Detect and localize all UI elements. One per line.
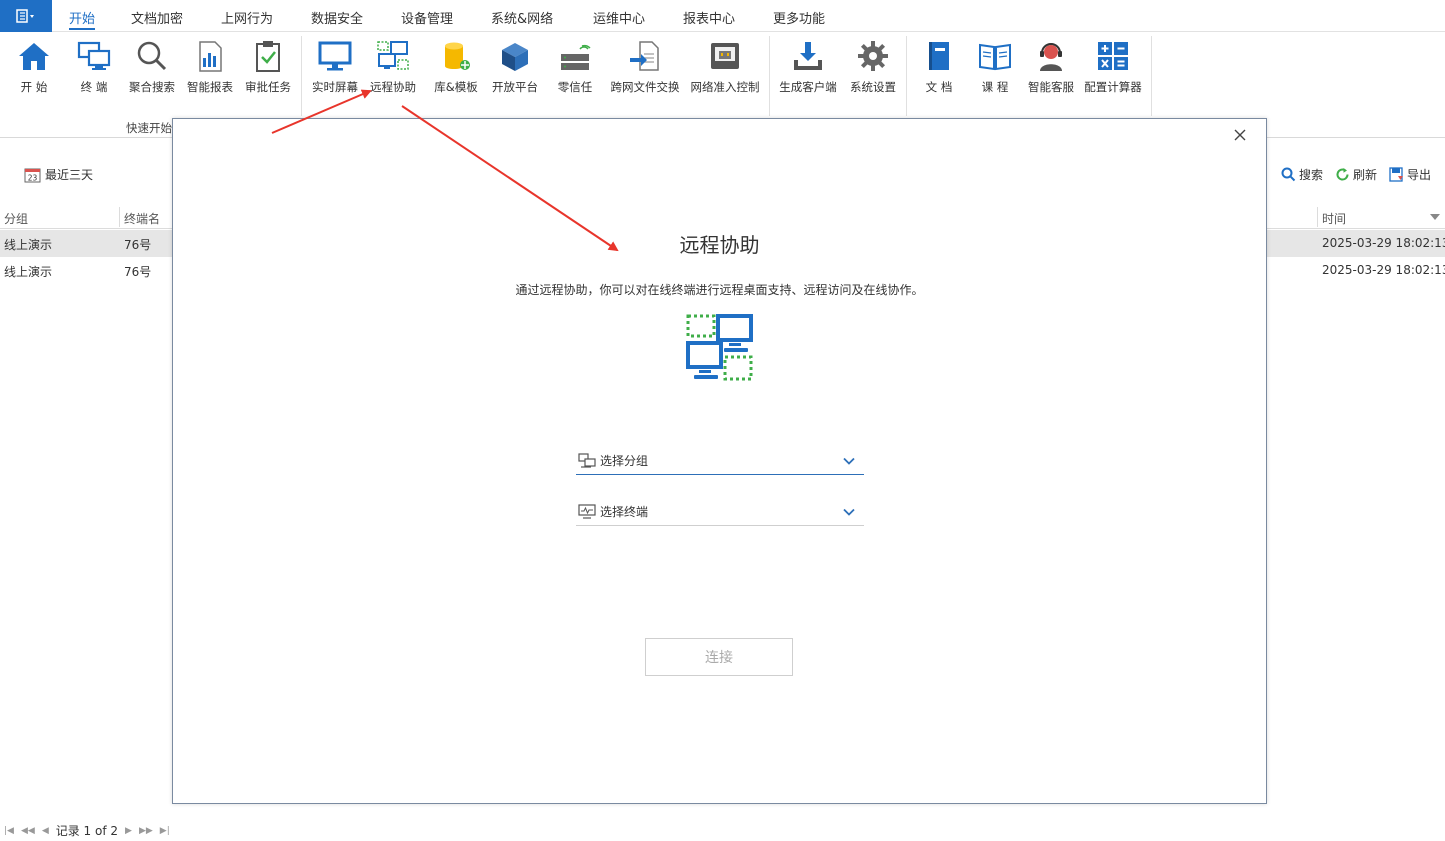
tool-cross-network-file-exchange[interactable]: 跨网文件交换 — [607, 38, 683, 102]
date-filter-label: 最近三天 — [45, 168, 94, 182]
group-select-value: 选择分组 — [600, 454, 649, 468]
next-group-button[interactable]: ▶▶ — [139, 826, 153, 836]
search-icon — [1281, 167, 1296, 182]
list-actions: 搜索 刷新 导出 — [1281, 166, 1431, 183]
document-icon — [929, 42, 949, 70]
search-button[interactable]: 搜索 — [1281, 166, 1323, 183]
app-menu-icon — [16, 9, 34, 23]
home-icon — [19, 43, 49, 70]
ribbon-separator — [1151, 36, 1152, 116]
book-icon — [979, 43, 1011, 71]
ribbon-separator — [769, 36, 770, 116]
column-separator[interactable] — [119, 207, 120, 227]
column-header-group[interactable]: 分组 — [4, 210, 28, 227]
next-page-button[interactable]: ▶ — [125, 826, 132, 836]
tool-approval-task[interactable]: 审批任务 — [242, 38, 294, 102]
chevron-down-icon[interactable] — [842, 505, 856, 519]
tool-terminal[interactable]: 终 端 — [74, 38, 114, 102]
zero-trust-icon — [561, 44, 591, 70]
tool-library-template[interactable]: 库&模板 — [430, 38, 482, 102]
tool-system-settings[interactable]: 系统设置 — [847, 38, 899, 102]
last-page-button[interactable]: ▶| — [160, 826, 170, 836]
tool-zero-trust[interactable]: 零信任 — [553, 38, 597, 102]
ribbon-separator — [301, 36, 302, 116]
tab-report-center[interactable]: 报表中心 — [683, 8, 735, 30]
tool-network-access-control[interactable]: 网络准入控制 — [687, 38, 763, 102]
app-menu-button[interactable] — [0, 0, 52, 32]
group-select[interactable]: 选择分组 — [576, 447, 864, 475]
tab-ops-center[interactable]: 运维中心 — [593, 8, 645, 30]
gear-icon — [858, 41, 888, 71]
export-icon — [1389, 167, 1403, 182]
tool-home[interactable]: 开 始 — [14, 38, 54, 102]
column-separator[interactable] — [1317, 207, 1318, 227]
dialog-description: 通过远程协助，你可以对在线终端进行远程桌面支持、远程访问及在线协作。 — [515, 283, 924, 297]
network-access-icon — [711, 43, 739, 69]
tool-courses[interactable]: 课 程 — [975, 38, 1015, 102]
column-header-terminal[interactable]: 终端名 — [124, 210, 160, 227]
tab-internet-behavior[interactable]: 上网行为 — [221, 8, 273, 30]
svg-text:23: 23 — [28, 173, 38, 182]
refresh-icon — [1336, 168, 1349, 181]
file-exchange-icon — [630, 41, 659, 71]
tool-generate-client[interactable]: 生成客户端 — [777, 38, 839, 102]
column-header-time[interactable]: 时间 — [1322, 210, 1346, 227]
support-icon — [1040, 43, 1062, 71]
dialog-title: 远程协助 — [679, 233, 760, 257]
tool-documents[interactable]: 文 档 — [919, 38, 959, 102]
report-icon — [199, 41, 222, 72]
download-icon — [794, 42, 822, 70]
remote-assist-dialog: 远程协助 通过远程协助，你可以对在线终端进行远程桌面支持、远程访问及在线协作。 … — [172, 118, 1267, 804]
tab-device-management[interactable]: 设备管理 — [401, 8, 453, 30]
remote-assist-illustration-icon — [686, 314, 753, 381]
remote-assist-icon — [377, 41, 409, 70]
prev-page-button[interactable]: ◀ — [42, 826, 49, 836]
tool-smart-support[interactable]: 智能客服 — [1025, 38, 1077, 102]
tool-aggregate-search[interactable]: 聚合搜索 — [126, 38, 178, 102]
group-icon — [578, 452, 596, 468]
tab-document-encryption[interactable]: 文档加密 — [131, 8, 183, 30]
terminal-icon — [77, 41, 111, 70]
tool-config-calculator[interactable]: 配置计算器 — [1082, 38, 1144, 102]
monitor-icon — [318, 41, 352, 71]
tool-realtime-screen[interactable]: 实时屏幕 — [309, 38, 361, 102]
tab-start[interactable]: 开始 — [69, 8, 96, 30]
tool-smart-report[interactable]: 智能报表 — [184, 38, 236, 102]
close-icon[interactable] — [1232, 127, 1248, 143]
date-filter[interactable]: 23 最近三天 — [24, 166, 93, 183]
ribbon-separator — [906, 36, 907, 116]
menu-bar: 开始 文档加密 上网行为 数据安全 设备管理 系统&网络 运维中心 报表中心 更… — [0, 0, 1445, 32]
sort-down-icon[interactable] — [1430, 214, 1440, 220]
connect-button[interactable]: 连接 — [645, 638, 793, 676]
prev-group-button[interactable]: ◀◀ — [21, 826, 35, 836]
tab-system-network[interactable]: 系统&网络 — [491, 8, 553, 30]
calculator-icon — [1098, 42, 1128, 70]
terminal-icon — [578, 503, 596, 519]
tool-remote-assist[interactable]: 远程协助 — [367, 38, 419, 102]
approval-icon — [256, 41, 280, 72]
ribbon-group-label: 快速开始 — [126, 121, 172, 135]
search-icon — [137, 41, 167, 71]
tab-data-security[interactable]: 数据安全 — [311, 8, 363, 30]
terminal-select[interactable]: 选择终端 — [576, 498, 864, 526]
calendar-icon: 23 — [24, 168, 41, 182]
export-button[interactable]: 导出 — [1389, 166, 1431, 183]
refresh-button[interactable]: 刷新 — [1335, 166, 1377, 183]
cube-icon — [502, 43, 528, 71]
tool-open-platform[interactable]: 开放平台 — [489, 38, 541, 102]
tab-more-features[interactable]: 更多功能 — [773, 8, 825, 30]
chevron-down-icon[interactable] — [842, 454, 856, 468]
database-icon — [445, 42, 470, 70]
pager: |◀ ◀◀ ◀ 记录 1 of 2 ▶ ▶▶ ▶| — [4, 822, 170, 839]
pager-label: 记录 1 of 2 — [55, 824, 119, 838]
first-page-button[interactable]: |◀ — [4, 826, 14, 836]
terminal-select-value: 选择终端 — [600, 505, 649, 519]
